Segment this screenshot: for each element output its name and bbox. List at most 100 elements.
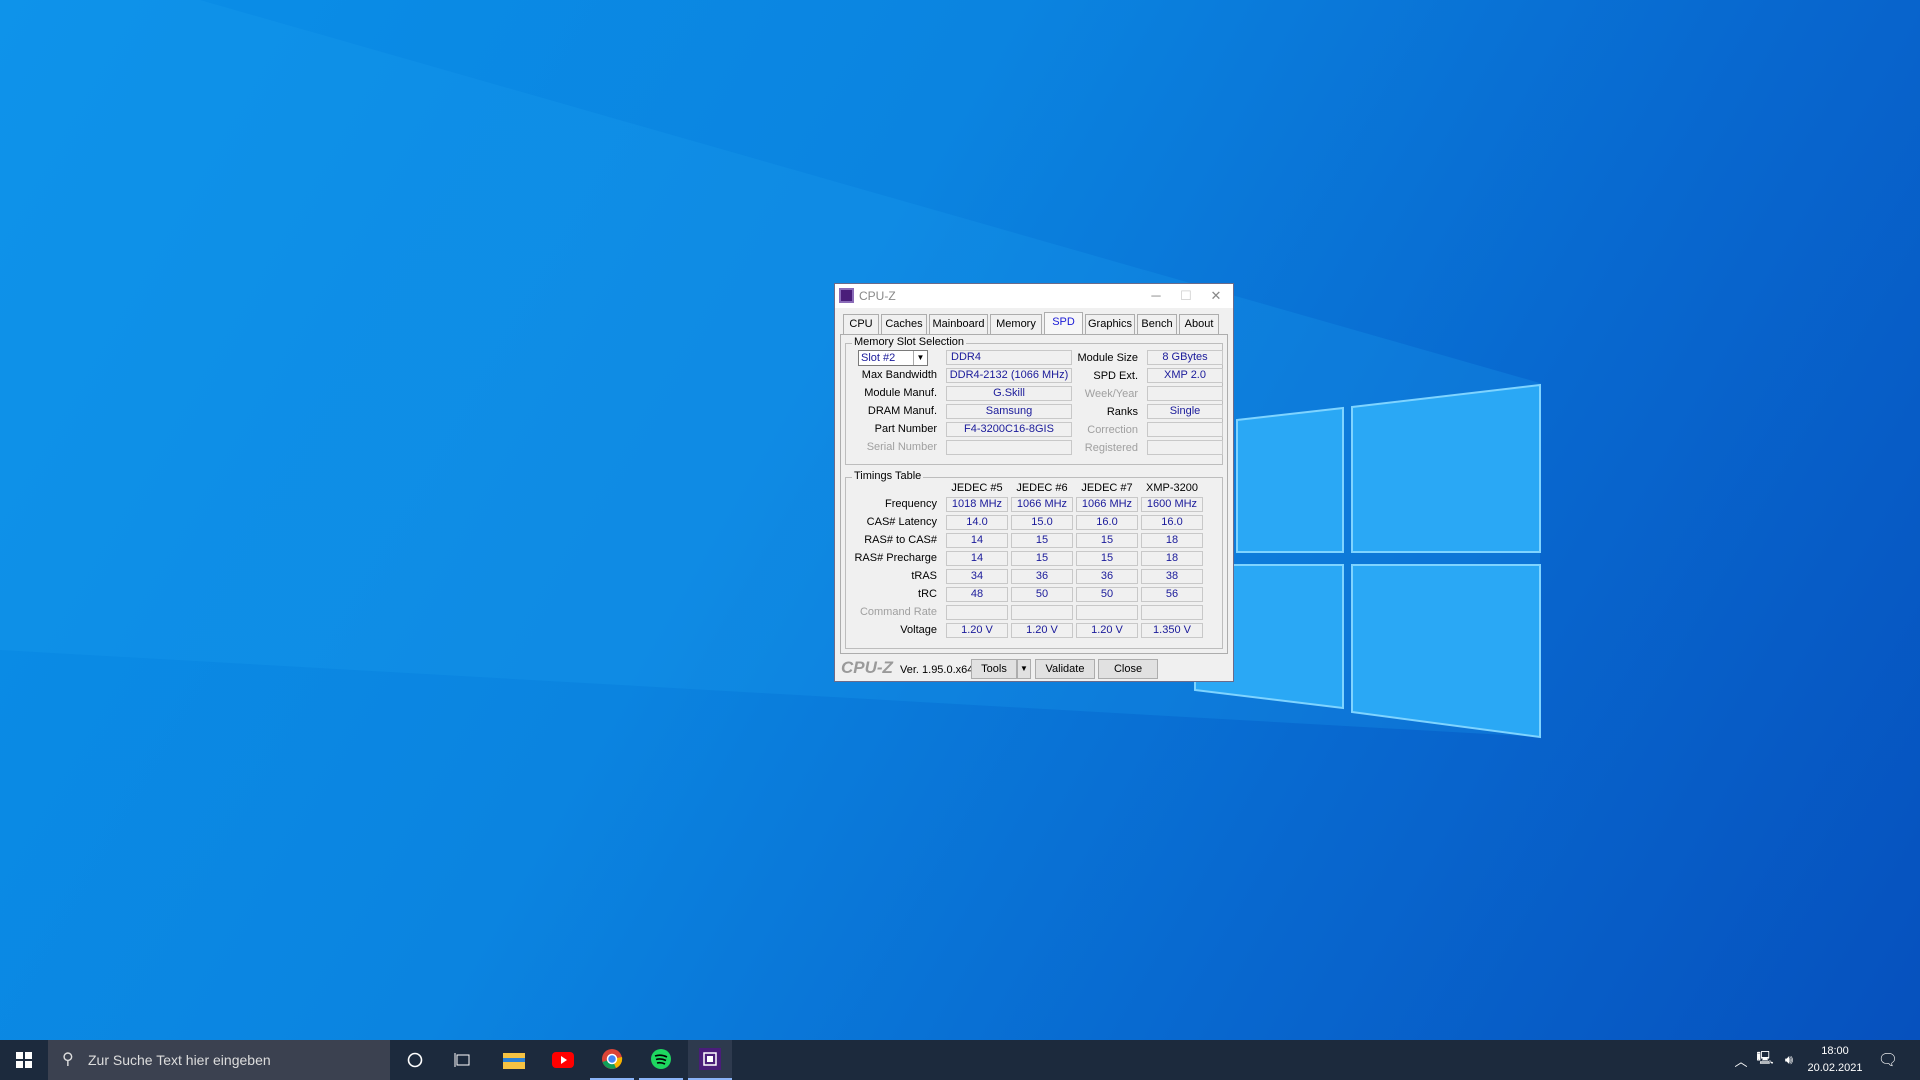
cpuz-icon: [699, 1048, 721, 1070]
cortana-circle-icon: [407, 1052, 423, 1068]
version-label: Ver. 1.95.0.x64: [900, 664, 974, 676]
field-label: DRAM Manuf.: [867, 405, 937, 417]
timing-cell: 15: [1076, 551, 1138, 566]
task-view-button[interactable]: [441, 1040, 485, 1080]
search-box[interactable]: ⚲ Zur Suche Text hier eingeben: [48, 1040, 390, 1080]
field-label: Registered: [1084, 442, 1138, 454]
row-label: Command Rate: [859, 606, 937, 618]
action-center-button[interactable]: 🗨︎: [1876, 1040, 1900, 1080]
slot-select-value: Slot #2: [861, 352, 896, 364]
show-hidden-icons-button[interactable]: ︿: [1730, 1040, 1752, 1080]
timing-cell: 1.350 V: [1141, 623, 1203, 638]
timing-cell: [1011, 605, 1073, 620]
row-label: RAS# to CAS#: [864, 534, 937, 546]
folder-icon: [503, 1053, 525, 1069]
timing-cell: 18: [1141, 533, 1203, 548]
speaker-icon: 🔊︎: [1784, 1052, 1794, 1067]
timing-cell: 15.0: [1011, 515, 1073, 530]
tab-graphics[interactable]: Graphics: [1085, 314, 1135, 335]
field-label: Serial Number: [866, 441, 937, 453]
group-label: Timings Table: [852, 470, 924, 482]
column-header: JEDEC #5: [951, 482, 1003, 494]
field-label: Module Manuf.: [864, 387, 937, 399]
row-label: CAS# Latency: [866, 516, 937, 528]
spotify-button[interactable]: [639, 1040, 683, 1080]
timing-cell: 18: [1141, 551, 1203, 566]
title-bar[interactable]: CPU-Z ─ ☐ ✕: [835, 284, 1233, 308]
column-header: JEDEC #7: [1081, 482, 1133, 494]
field-value: XMP 2.0: [1147, 368, 1223, 383]
timing-cell: 48: [946, 587, 1008, 602]
timing-cell: 16.0: [1076, 515, 1138, 530]
tools-dropdown-button[interactable]: ▼: [1017, 659, 1031, 679]
timing-cell: [946, 605, 1008, 620]
group-label: Memory Slot Selection: [852, 336, 967, 348]
network-button[interactable]: 🖳: [1754, 1040, 1776, 1080]
column-header: JEDEC #6: [1016, 482, 1068, 494]
youtube-icon: [552, 1052, 574, 1068]
slot-select[interactable]: Slot #2 ▼: [858, 350, 928, 366]
row-label: tRAS: [911, 570, 937, 582]
timing-cell: 50: [1011, 587, 1073, 602]
tools-button[interactable]: Tools: [971, 659, 1017, 679]
timing-cell: 14: [946, 551, 1008, 566]
tab-bench[interactable]: Bench: [1137, 314, 1177, 335]
start-button[interactable]: [2, 1040, 46, 1080]
row-label: RAS# Precharge: [854, 552, 937, 564]
timing-cell: 14: [946, 533, 1008, 548]
validate-button[interactable]: Validate: [1035, 659, 1095, 679]
timing-cell: [1141, 605, 1203, 620]
timing-cell: 1600 MHz: [1141, 497, 1203, 512]
timing-cell: 50: [1076, 587, 1138, 602]
close-button[interactable]: Close: [1098, 659, 1158, 679]
volume-button[interactable]: 🔊︎: [1778, 1040, 1800, 1080]
youtube-button[interactable]: [541, 1040, 585, 1080]
chevron-down-icon[interactable]: ▼: [913, 351, 927, 365]
timing-cell: 14.0: [946, 515, 1008, 530]
timing-cell: 34: [946, 569, 1008, 584]
clock[interactable]: 18:00 20.02.2021: [1800, 1043, 1870, 1077]
row-label: Frequency: [885, 498, 937, 510]
tab-caches[interactable]: Caches: [881, 314, 927, 335]
timing-cell: 15: [1076, 533, 1138, 548]
timing-cell: 36: [1011, 569, 1073, 584]
network-icon: 🖳: [1756, 1050, 1774, 1065]
field-label: Ranks: [1106, 406, 1138, 418]
tab-about[interactable]: About: [1179, 314, 1219, 335]
search-icon: ⚲: [62, 1051, 74, 1068]
timing-cell: 15: [1011, 551, 1073, 566]
cpuz-taskbar-button[interactable]: [688, 1040, 732, 1080]
timing-cell: 1066 MHz: [1011, 497, 1073, 512]
field-label: Part Number: [874, 423, 937, 435]
field-label: Module Size: [1077, 352, 1138, 364]
chrome-button[interactable]: [590, 1040, 634, 1080]
close-window-button[interactable]: ✕: [1201, 286, 1231, 306]
taskbar: ⚲ Zur Suche Text hier eingeben ︿ 🖳 🔊︎ 18…: [0, 1040, 1920, 1080]
tab-cpu[interactable]: CPU: [843, 314, 879, 335]
cpuz-app-icon: [839, 288, 854, 303]
chevron-up-icon: ︿: [1734, 1053, 1748, 1069]
tab-spd[interactable]: SPD: [1044, 312, 1083, 335]
spd-panel: Memory Slot Selection Slot #2 ▼ DDR4 Max …: [840, 334, 1228, 654]
task-view-icon: [454, 1053, 470, 1067]
notification-icon: 🗨︎: [1877, 1052, 1899, 1069]
tab-mainboard[interactable]: Mainboard: [929, 314, 988, 335]
minimize-button[interactable]: ─: [1141, 286, 1171, 306]
column-header: XMP-3200: [1146, 482, 1198, 494]
field-label: Week/Year: [1084, 388, 1138, 400]
maximize-button[interactable]: ☐: [1171, 286, 1201, 306]
timing-cell: 38: [1141, 569, 1203, 584]
timing-cell: [1076, 605, 1138, 620]
timing-cell: 1.20 V: [1011, 623, 1073, 638]
cortana-button[interactable]: [393, 1040, 437, 1080]
file-explorer-button[interactable]: [492, 1040, 536, 1080]
search-placeholder: Zur Suche Text hier eingeben: [88, 1052, 271, 1068]
timing-cell: 56: [1141, 587, 1203, 602]
footer: CPU-Z Ver. 1.95.0.x64 Tools ▼ Validate C…: [835, 656, 1233, 682]
tab-memory[interactable]: Memory: [990, 314, 1042, 335]
memory-slot-group: Memory Slot Selection Slot #2 ▼ DDR4 Max …: [845, 336, 1223, 465]
field-value: [1147, 440, 1223, 455]
chrome-icon: [602, 1049, 623, 1069]
timing-cell: 1018 MHz: [946, 497, 1008, 512]
timing-cell: 16.0: [1141, 515, 1203, 530]
